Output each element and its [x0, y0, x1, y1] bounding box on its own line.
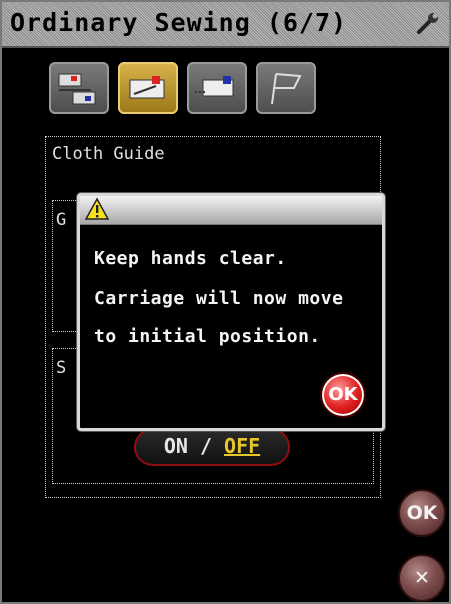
- tab-carriage[interactable]: [187, 62, 247, 114]
- toggle-on-label[interactable]: ON: [164, 434, 188, 458]
- toggle-separator: /: [187, 434, 225, 458]
- wrench-icon[interactable]: [415, 10, 441, 36]
- tab-stitch-setup[interactable]: [49, 62, 109, 114]
- dialog-message-line-1: Keep hands clear.: [94, 248, 287, 269]
- toggle-off-label[interactable]: OFF: [224, 434, 260, 458]
- title-bar: Ordinary Sewing (6/7): [2, 2, 449, 48]
- tab-finish[interactable]: [256, 62, 316, 114]
- on-off-toggle[interactable]: ON / OFF: [134, 428, 290, 466]
- dialog-title-bar: [80, 196, 382, 225]
- ok-button[interactable]: OK: [398, 489, 446, 537]
- carriage-icon: [195, 76, 234, 97]
- tab-machine[interactable]: [118, 62, 178, 114]
- warning-icon: [84, 197, 110, 220]
- dialog-ok-button[interactable]: OK: [320, 372, 366, 418]
- dialog-message-line-2: Carriage will now move: [94, 288, 344, 309]
- stitch-setup-icon: [58, 73, 96, 105]
- flag-icon: [271, 73, 302, 105]
- page-title: Ordinary Sewing (6/7): [10, 8, 348, 37]
- machine-icon: [129, 76, 165, 99]
- close-button[interactable]: ✕: [398, 554, 446, 602]
- sub-panel-1-label: G: [56, 210, 67, 230]
- dialog-message-line-3: to initial position.: [94, 326, 321, 347]
- warning-dialog: Keep hands clear. Carriage will now move…: [77, 193, 385, 431]
- sub-panel-2-label: S: [56, 358, 67, 378]
- panel-title: Cloth Guide: [52, 144, 165, 164]
